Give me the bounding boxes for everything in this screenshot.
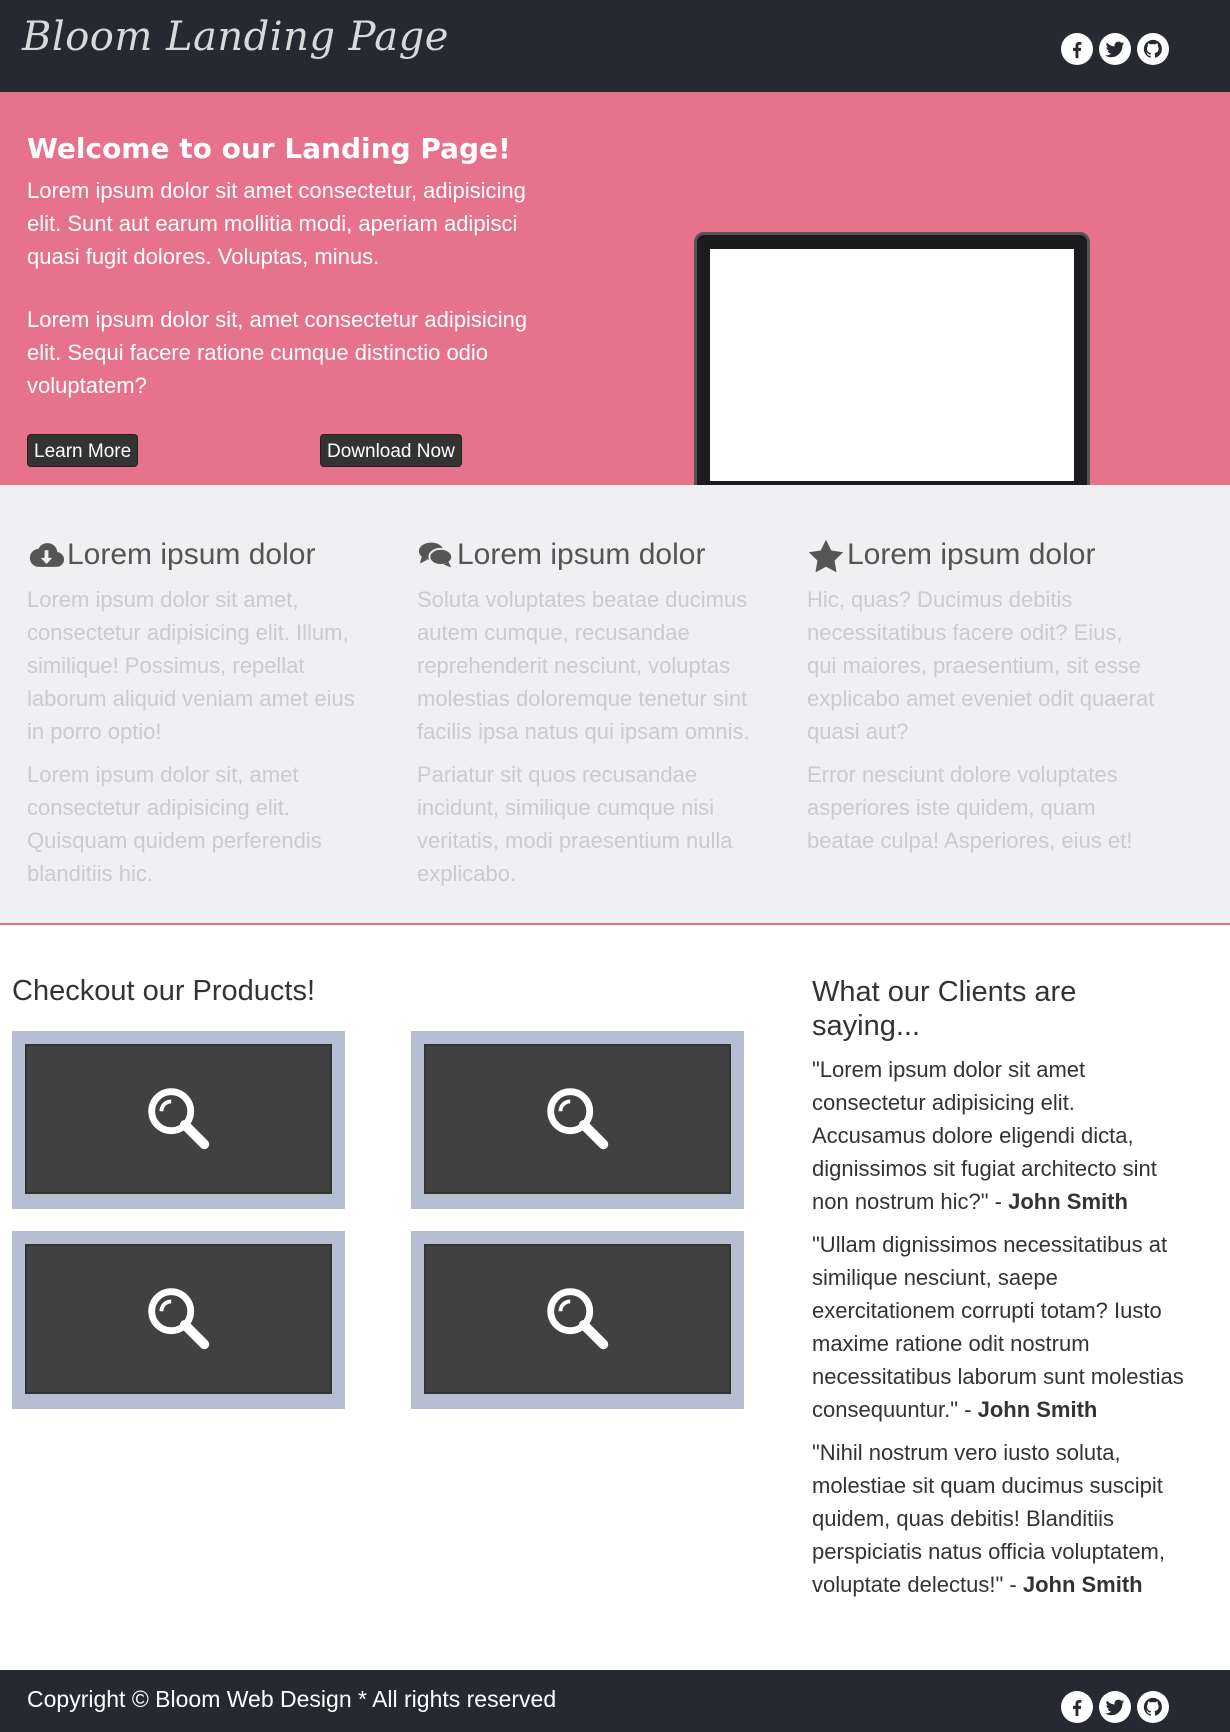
testimonial-author: John Smith [1008,1189,1128,1214]
product-thumbnail[interactable] [12,1231,345,1409]
feature-heading: Lorem ipsum dolor [807,535,1157,575]
testimonial: "Ullam dignissimos necessitatibus at sim… [812,1228,1192,1426]
feature-text: Lorem ipsum dolor sit amet, consectetur … [27,587,355,744]
brand-logo[interactable]: Bloom Landing Page [22,14,449,60]
testimonial: "Lorem ipsum dolor sit amet consectetur … [812,1053,1192,1218]
features-section: Lorem ipsum dolor Lorem ipsum dolor sit … [0,485,1230,925]
feature-text: Lorem ipsum dolor sit, amet consectetur … [27,762,322,886]
testimonial-author: John Smith [1022,1572,1143,1597]
feature-text: Error nesciunt dolore voluptates asperio… [807,762,1133,853]
feature-title: Lorem ipsum dolor [457,538,706,571]
products-title: Checkout our Products! [12,975,316,1007]
feature-column: Lorem ipsum dolor Lorem ipsum dolor sit … [27,535,377,890]
cloud-download-icon [29,543,65,567]
hero-paragraph: Lorem ipsum dolor sit, amet consectetur … [27,307,528,398]
learn-more-button[interactable]: Learn More [27,434,139,467]
download-now-button[interactable]: Download Now [320,434,462,467]
product-thumbnail[interactable] [411,1231,744,1409]
github-icon[interactable] [1137,33,1169,65]
header-social-links [1061,33,1169,65]
feature-text: Soluta voluptates beatae ducimus autem c… [417,587,750,744]
testimonial-author: John Smith [977,1397,1098,1422]
twitter-icon[interactable] [1099,1691,1131,1723]
laptop-lid [694,232,1090,494]
laptop-screen [710,249,1074,481]
copyright-text: Copyright © Bloom Web Design * All right… [27,1686,557,1712]
clients-title: What our Clients are saying... [812,976,1077,1042]
hero-title: Welcome to our Landing Page! [27,132,511,165]
star-icon [808,539,844,572]
hero-section: Welcome to our Landing Page! Lorem ipsum… [0,92,1230,514]
comments-icon [418,542,454,568]
feature-title: Lorem ipsum dolor [67,538,316,571]
laptop-image [632,222,1162,522]
feature-text: Hic, quas? Ducimus debitis necessitatibu… [807,587,1155,744]
feature-heading: Lorem ipsum dolor [27,535,377,575]
facebook-icon[interactable] [1061,1691,1093,1723]
twitter-icon[interactable] [1099,33,1131,65]
magnifier-icon [546,1088,608,1150]
facebook-icon[interactable] [1061,33,1093,65]
footer-social-links [1061,1691,1169,1723]
magnifier-icon [147,1288,209,1350]
feature-text: Pariatur sit quos recusandae incidunt, s… [417,762,733,886]
hero-paragraph: Lorem ipsum dolor sit amet consectetur, … [27,178,526,269]
product-thumbnail[interactable] [12,1031,345,1209]
top-navbar: Bloom Landing Page [0,0,1230,92]
feature-title: Lorem ipsum dolor [847,538,1096,571]
testimonial: "Nihil nostrum vero iusto soluta, molest… [812,1436,1192,1601]
feature-column: Lorem ipsum dolor Soluta voluptates beat… [417,535,767,890]
testimonials-list: "Lorem ipsum dolor sit amet consectetur … [812,1053,1192,1611]
testimonial-text: "Ullam dignissimos necessitatibus at sim… [812,1232,1184,1422]
feature-column: Lorem ipsum dolor Hic, quas? Ducimus deb… [807,535,1157,857]
magnifier-icon [147,1088,209,1150]
github-icon[interactable] [1137,1691,1169,1723]
footer: Copyright © Bloom Web Design * All right… [0,1670,1230,1732]
product-thumbnail[interactable] [411,1031,744,1209]
feature-heading: Lorem ipsum dolor [417,535,767,575]
magnifier-icon [546,1288,608,1350]
